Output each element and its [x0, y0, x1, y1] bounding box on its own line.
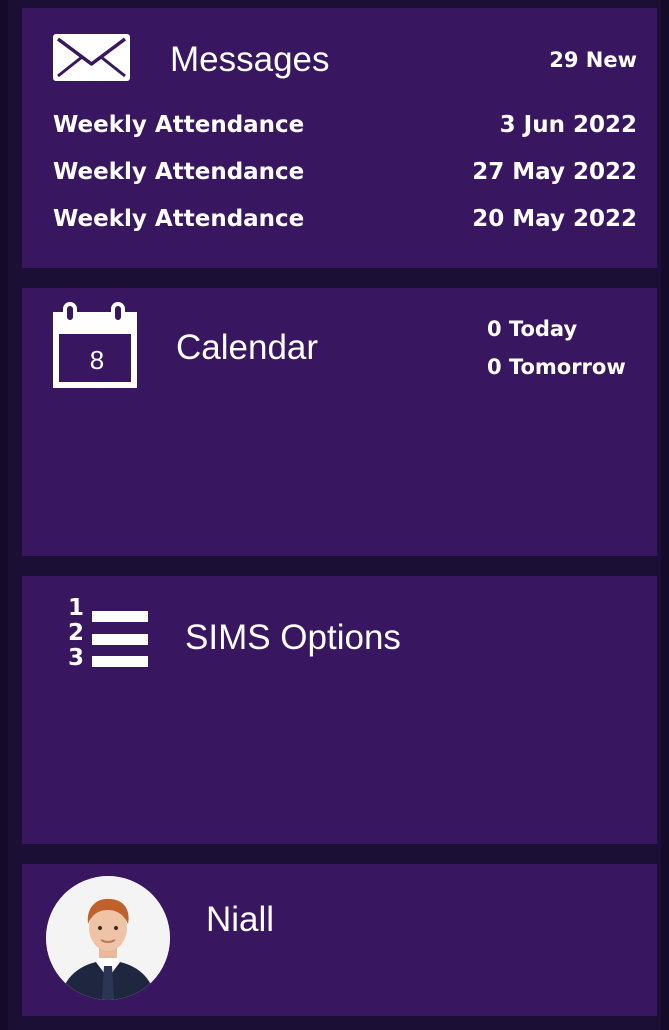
- message-row[interactable]: Weekly Attendance 27 May 2022: [53, 159, 637, 193]
- message-row[interactable]: Weekly Attendance 3 Jun 2022: [53, 112, 637, 146]
- calendar-tomorrow-count: 0 Tomorrow: [487, 355, 626, 379]
- calendar-tile[interactable]: 8 Calendar 0 Today 0 Tomorrow: [22, 288, 657, 556]
- message-subject: Weekly Attendance: [53, 206, 305, 232]
- avatar[interactable]: [46, 876, 170, 1000]
- list-number: 3: [68, 645, 84, 668]
- message-date: 3 Jun 2022: [499, 112, 637, 138]
- calendar-title: Calendar: [176, 328, 319, 367]
- list-number: 1: [68, 595, 84, 621]
- sims-options-tile[interactable]: 1 2 3 SIMS Options: [22, 576, 657, 844]
- calendar-icon: 8: [53, 302, 137, 388]
- message-row[interactable]: Weekly Attendance 20 May 2022: [53, 206, 637, 240]
- student-avatar-image: [46, 876, 170, 1000]
- numbered-list-icon: 1 2 3: [68, 595, 148, 668]
- list-number: 2: [68, 620, 84, 646]
- student-name: Niall: [206, 900, 275, 939]
- message-subject: Weekly Attendance: [53, 159, 305, 185]
- message-date: 20 May 2022: [472, 206, 637, 232]
- right-edge: [661, 0, 669, 1030]
- student-profile-tile[interactable]: Niall: [22, 864, 657, 1016]
- message-subject: Weekly Attendance: [53, 112, 305, 138]
- home-screen: Messages 29 New Weekly Attendance 3 Jun …: [0, 0, 669, 1030]
- message-date: 27 May 2022: [472, 159, 637, 185]
- calendar-today-count: 0 Today: [487, 317, 578, 341]
- messages-tile[interactable]: Messages 29 New Weekly Attendance 3 Jun …: [22, 8, 657, 268]
- sims-options-title: SIMS Options: [185, 618, 401, 657]
- new-messages-count: 29 New: [549, 48, 637, 72]
- left-edge: [0, 0, 8, 1030]
- messages-title: Messages: [170, 40, 330, 79]
- calendar-icon-day: 8: [90, 345, 104, 375]
- envelope-icon: [53, 34, 130, 81]
